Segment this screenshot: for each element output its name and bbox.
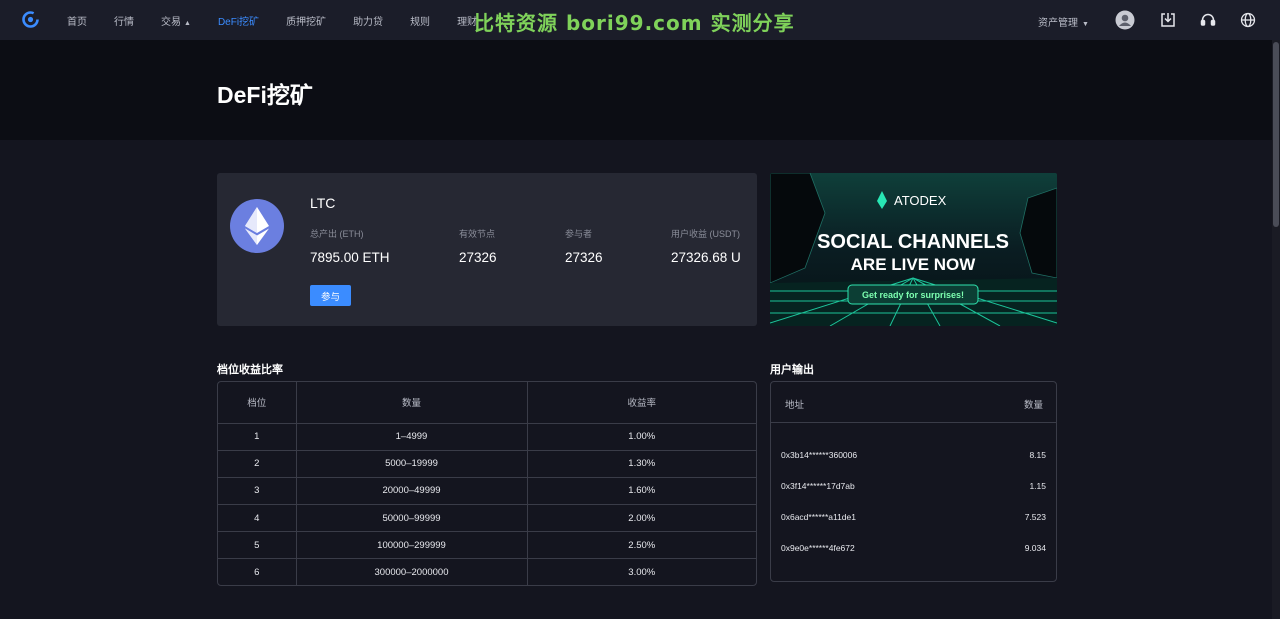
- stat-total-output: 总产出 (ETH) 7895.00 ETH: [310, 227, 390, 265]
- output-section-title: 用户输出: [770, 364, 814, 376]
- join-button[interactable]: 参与: [310, 285, 351, 306]
- table-cell: 6: [218, 558, 296, 585]
- download-icon[interactable]: [1158, 10, 1178, 30]
- ethereum-icon: [230, 199, 284, 253]
- top-navbar: 首页 行情 交易 ▲ DeFi挖矿 质押挖矿 助力贷 规则 理财 比特资源 bor…: [0, 0, 1280, 40]
- page-header: DeFi挖矿: [0, 40, 1272, 140]
- stat-participants: 参与者 27326: [565, 227, 603, 265]
- stat-valid-nodes: 有效节点 27326: [459, 227, 497, 265]
- column-header-quantity: 数量: [295, 382, 527, 424]
- list-item: 0x6acd******a11de1 7.523: [771, 512, 1056, 526]
- table-cell: 50000–99999: [295, 504, 527, 532]
- promo-banner[interactable]: ATODEX SOCIAL CHANNELS ARE LIVE NOW Get …: [770, 173, 1057, 326]
- table-cell: 1.60%: [526, 476, 756, 505]
- output-amount: 8.15: [1029, 450, 1046, 460]
- column-header-yield: 收益率: [526, 382, 756, 424]
- caret-up-icon: ▲: [184, 19, 191, 27]
- table-cell: 300000–2000000: [295, 558, 527, 585]
- table-cell: 2: [218, 449, 296, 478]
- stat-user-earnings: 用户收益 (USDT) 27326.68 U: [671, 227, 741, 265]
- table-row: 3 20000–49999 1.60%: [218, 476, 756, 505]
- svg-text:Get ready for surprises!: Get ready for surprises!: [862, 290, 964, 300]
- stat-label: 用户收益 (USDT): [671, 229, 740, 239]
- table-header-row: 地址 数量: [771, 382, 1056, 423]
- table-cell: 1.30%: [526, 449, 756, 478]
- output-address: 0x3f14******17d7ab: [781, 481, 855, 491]
- table-cell: 3: [218, 476, 296, 505]
- stat-value: 27326: [459, 250, 497, 265]
- table-cell: 100000–299999: [295, 531, 527, 559]
- stat-label: 参与者: [565, 229, 593, 239]
- table-row: 6 300000–2000000 3.00%: [218, 558, 756, 585]
- tier-yield-table: 档位 数量 收益率 1 1–4999 1.00% 2 5000–19999 1.…: [217, 381, 757, 586]
- chevron-down-icon: ▼: [1082, 21, 1089, 28]
- output-address: 0x6acd******a11de1: [781, 512, 856, 522]
- table-row: 4 50000–99999 2.00%: [218, 504, 756, 532]
- scrollbar[interactable]: [1272, 40, 1280, 619]
- asset-management-menu[interactable]: 资产管理 ▼: [1038, 14, 1089, 29]
- nav-item-trade[interactable]: 交易 ▲: [161, 13, 191, 28]
- list-item: 0x3b14******360006 8.15: [771, 450, 1056, 464]
- output-amount: 1.15: [1029, 481, 1046, 491]
- user-output-table: 地址 数量 0x3b14******360006 8.15 0x3f14****…: [770, 381, 1057, 582]
- watermark-text: 比特资源 bori99.com 实测分享: [474, 11, 795, 35]
- nav-item-defi-mining[interactable]: DeFi挖矿: [218, 13, 259, 28]
- table-cell: 3.00%: [526, 558, 756, 585]
- stat-label: 总产出 (ETH): [310, 229, 364, 239]
- nav-item-market[interactable]: 行情: [114, 13, 134, 28]
- nav-item-rules[interactable]: 规则: [410, 13, 430, 28]
- column-header-address: 地址: [785, 400, 805, 411]
- table-cell: 1.00%: [526, 423, 756, 451]
- table-cell: 2.50%: [526, 531, 756, 559]
- list-item: 0x3f14******17d7ab 1.15: [771, 481, 1056, 495]
- coin-name: LTC: [310, 195, 336, 211]
- mining-pool-card: LTC 总产出 (ETH) 7895.00 ETH 有效节点 27326 参与者…: [217, 173, 757, 326]
- table-cell: 20000–49999: [295, 476, 527, 505]
- stat-value: 27326: [565, 250, 603, 265]
- table-row: 5 100000–299999 2.50%: [218, 531, 756, 559]
- globe-icon[interactable]: [1238, 10, 1258, 30]
- svg-text:ATODEX: ATODEX: [894, 193, 947, 208]
- table-row: 2 5000–19999 1.30%: [218, 449, 756, 478]
- table-cell: 5000–19999: [295, 449, 527, 478]
- svg-text:SOCIAL CHANNELS: SOCIAL CHANNELS: [817, 231, 1009, 253]
- tier-section-title: 档位收益比率: [217, 364, 283, 376]
- output-amount: 9.034: [1024, 543, 1046, 553]
- nav-menu: 首页 行情 交易 ▲ DeFi挖矿 质押挖矿 助力贷 规则 理财: [67, 0, 504, 40]
- column-header-tier: 档位: [218, 382, 296, 424]
- column-header-amount: 数量: [1023, 400, 1043, 411]
- stat-value: 27326.68 U: [671, 250, 741, 265]
- page-title: DeFi挖矿: [217, 82, 313, 108]
- svg-text:ARE LIVE NOW: ARE LIVE NOW: [851, 255, 977, 274]
- table-row: 1 1–4999 1.00%: [218, 423, 756, 451]
- table-cell: 1–4999: [295, 423, 527, 451]
- list-item: 0x9e0e******4fe672 9.034: [771, 543, 1056, 557]
- logo-icon[interactable]: [22, 11, 39, 28]
- scrollbar-thumb[interactable]: [1273, 42, 1279, 227]
- stat-value: 7895.00 ETH: [310, 250, 390, 265]
- nav-item-staking[interactable]: 质押挖矿: [286, 13, 326, 28]
- nav-item-loan[interactable]: 助力贷: [353, 13, 383, 28]
- table-cell: 1: [254, 431, 260, 443]
- table-cell: 5: [218, 531, 296, 559]
- output-amount: 7.523: [1024, 512, 1046, 522]
- table-cell: 2.00%: [526, 504, 756, 532]
- output-address: 0x9e0e******4fe672: [781, 543, 855, 553]
- table-header-row: 档位 数量 收益率: [218, 382, 756, 424]
- headset-icon[interactable]: [1198, 10, 1218, 30]
- avatar-icon[interactable]: [1115, 10, 1135, 30]
- table-cell: 4: [218, 504, 296, 532]
- stat-label: 有效节点: [459, 229, 496, 239]
- output-address: 0x3b14******360006: [781, 450, 858, 460]
- nav-item-home[interactable]: 首页: [67, 13, 87, 28]
